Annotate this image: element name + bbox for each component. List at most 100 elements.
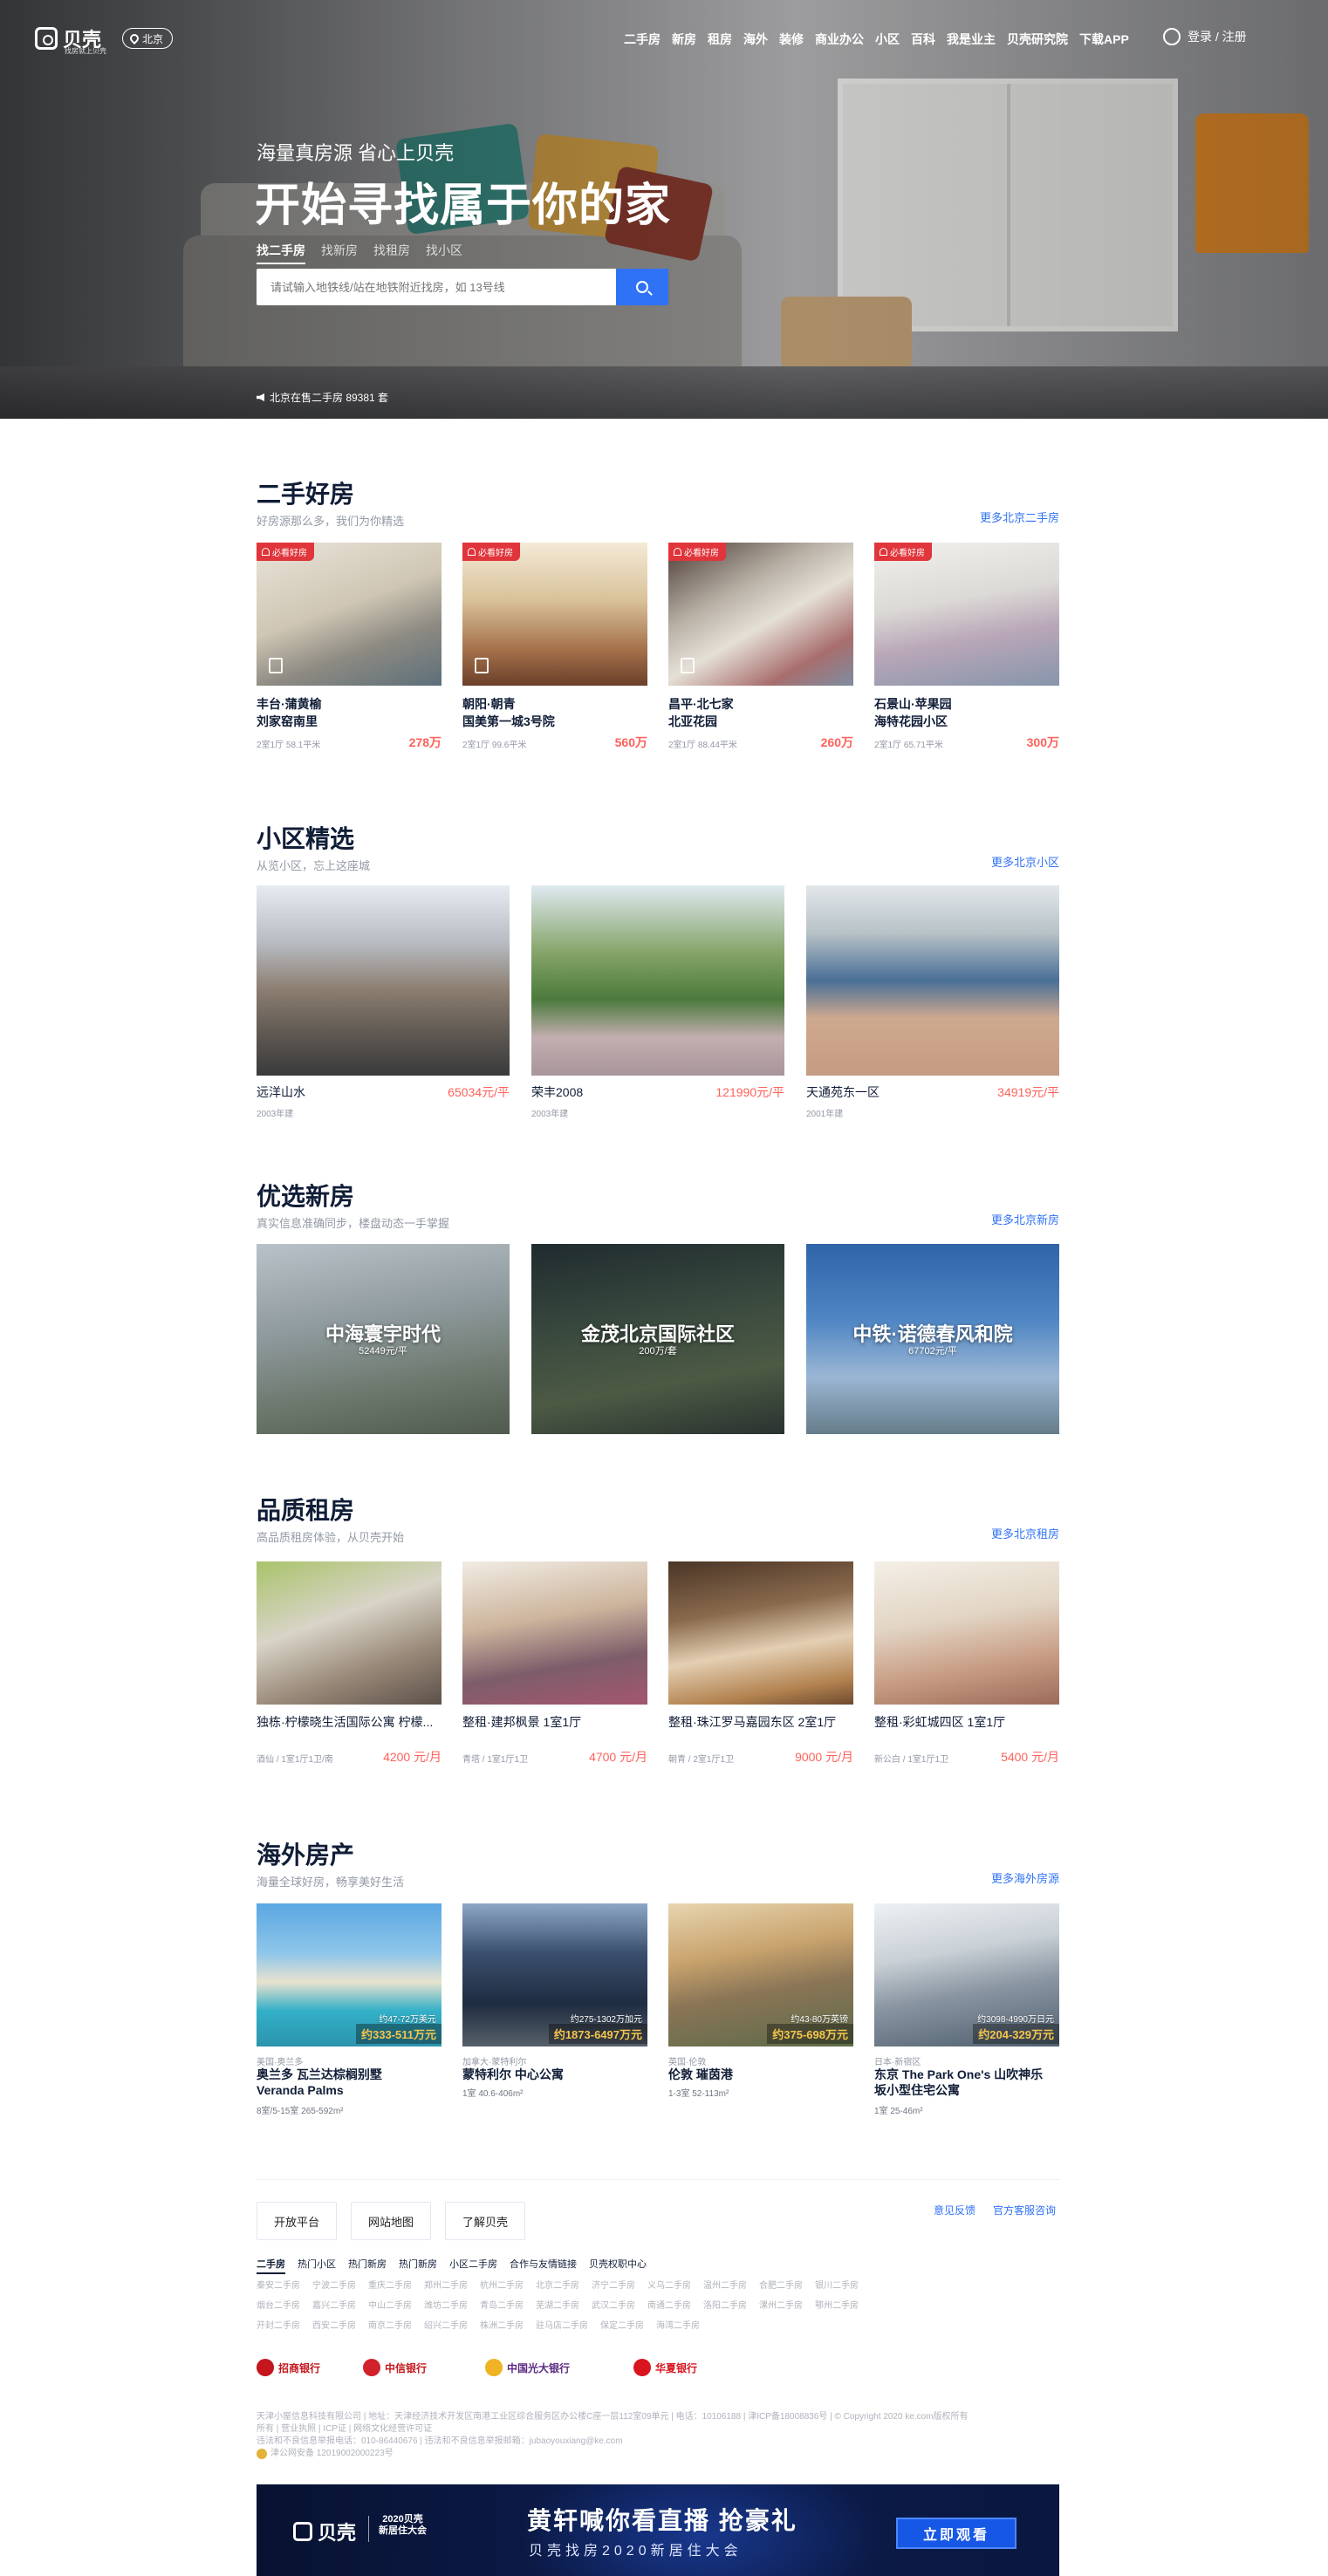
rental-title[interactable]: 整租·珠江罗马嘉园东区 2室1厅 <box>668 1713 853 1731</box>
search-input[interactable] <box>257 269 616 305</box>
nav-wiki[interactable]: 百科 <box>911 31 935 48</box>
footer-tab[interactable]: 热门新房 <box>348 2257 387 2274</box>
footer-tab[interactable]: 二手房 <box>257 2257 285 2274</box>
footer-tab[interactable]: 合作与友情链接 <box>510 2257 577 2274</box>
city-link[interactable]: 鄂州二手房 <box>815 2298 859 2311</box>
tab-rent[interactable]: 找租房 <box>373 242 410 264</box>
rental-photo[interactable] <box>668 1561 853 1705</box>
city-link[interactable]: 株洲二手房 <box>480 2318 524 2331</box>
rental-title[interactable]: 整租·建邦枫景 1室1厅 <box>462 1713 647 1731</box>
nav-decoration[interactable]: 装修 <box>779 31 804 48</box>
listing-photo[interactable]: 必看好房 <box>462 543 647 686</box>
overseas-title[interactable]: 伦敦 璀茵港 <box>668 2067 853 2082</box>
nav-new-home[interactable]: 新房 <box>672 31 696 48</box>
login-register[interactable]: 登录 / 注册 <box>1163 28 1247 45</box>
city-link[interactable]: 南京二手房 <box>368 2318 412 2331</box>
nav-overseas[interactable]: 海外 <box>743 31 768 48</box>
new-home-photo[interactable]: 中海寰宇时代 52449元/平 <box>257 1244 510 1434</box>
overseas-photo[interactable]: 约3098-4990万日元 约204-329万元 <box>874 1903 1059 2046</box>
footer-tab[interactable]: 贝壳权职中心 <box>589 2257 647 2274</box>
city-link[interactable]: 银川二手房 <box>815 2278 859 2291</box>
community-name[interactable]: 荣丰2008 <box>531 1083 583 1101</box>
city-link[interactable]: 保定二手房 <box>600 2318 644 2331</box>
feedback-link[interactable]: 意见反馈 <box>934 2203 975 2217</box>
city-link[interactable]: 西安二手房 <box>312 2318 356 2331</box>
nav-research[interactable]: 贝壳研究院 <box>1007 31 1068 48</box>
nav-second-hand[interactable]: 二手房 <box>624 31 661 48</box>
city-link[interactable]: 中山二手房 <box>368 2298 412 2311</box>
listing-photo[interactable]: 必看好房 <box>257 543 442 686</box>
city-link[interactable]: 杭州二手房 <box>480 2278 524 2291</box>
more-rental-link[interactable]: 更多北京租房 <box>991 1525 1059 1541</box>
rental-photo[interactable] <box>462 1561 647 1705</box>
promo-banner[interactable]: 贝壳 2020贝壳 新居住大会 黄轩喊你看直播 抢豪礼 贝壳找房2020新居住大会… <box>257 2484 1059 2576</box>
overseas-photo[interactable]: 约47-72万美元 约333-511万元 <box>257 1903 442 2046</box>
tab-new-home[interactable]: 找新房 <box>321 242 358 264</box>
nav-download-app[interactable]: 下载APP <box>1079 31 1129 48</box>
city-link[interactable]: 驻马店二手房 <box>536 2318 588 2331</box>
site-logo[interactable]: 贝壳 找房就上贝壳 <box>35 24 106 55</box>
city-link[interactable]: 南通二手房 <box>647 2298 691 2311</box>
overseas-photo[interactable]: 约43-80万英镑 约375-698万元 <box>668 1903 853 2046</box>
more-overseas-link[interactable]: 更多海外房源 <box>991 1869 1059 1886</box>
city-link[interactable]: 济宁二手房 <box>592 2278 635 2291</box>
city-link[interactable]: 嘉兴二手房 <box>312 2298 356 2311</box>
nav-owner[interactable]: 我是业主 <box>947 31 996 48</box>
city-link[interactable]: 烟台二手房 <box>257 2298 300 2311</box>
city-link[interactable]: 郑州二手房 <box>424 2278 468 2291</box>
more-second-hand-link[interactable]: 更多北京二手房 <box>980 509 1059 525</box>
city-link[interactable]: 秦安二手房 <box>257 2278 300 2291</box>
footer-tab[interactable]: 热门小区 <box>298 2257 336 2274</box>
open-platform-button[interactable]: 开放平台 <box>257 2202 337 2240</box>
city-link[interactable]: 开封二手房 <box>257 2318 300 2331</box>
footer-tab[interactable]: 小区二手房 <box>449 2257 497 2274</box>
community-photo[interactable] <box>531 885 784 1076</box>
overseas-title[interactable]: 奥兰多 瓦兰达棕榈别墅 Veranda Palms <box>257 2067 442 2098</box>
community-name[interactable]: 天通苑东一区 <box>806 1083 880 1101</box>
city-link[interactable]: 青岛二手房 <box>480 2298 524 2311</box>
city-link[interactable]: 合肥二手房 <box>759 2278 803 2291</box>
rental-photo[interactable] <box>257 1561 442 1705</box>
community-photo[interactable] <box>806 885 1059 1076</box>
city-link[interactable]: 宁波二手房 <box>312 2278 356 2291</box>
listing-title[interactable]: 石景山·苹果园 海特花园小区 <box>874 695 1059 730</box>
listing-title[interactable]: 丰台·蒲黄榆 刘家窑南里 <box>257 695 442 730</box>
city-link[interactable]: 武汉二手房 <box>592 2298 635 2311</box>
listing-title[interactable]: 朝阳·朝青 国美第一城3号院 <box>462 695 647 730</box>
overseas-photo[interactable]: 约275-1302万加元 约1873-6497万元 <box>462 1903 647 2046</box>
city-link[interactable]: 潍坊二手房 <box>424 2298 468 2311</box>
more-new-home-link[interactable]: 更多北京新房 <box>991 1211 1059 1227</box>
rental-title[interactable]: 整租·彩虹城四区 1室1厅 <box>874 1713 1059 1731</box>
customer-service-link[interactable]: 官方客服咨询 <box>993 2203 1056 2217</box>
listing-title[interactable]: 昌平·北七家 北亚花园 <box>668 695 853 730</box>
nav-commercial[interactable]: 商业办公 <box>815 31 864 48</box>
city-link[interactable]: 洛阳二手房 <box>703 2298 747 2311</box>
new-home-photo[interactable]: 金茂北京国际社区 200万/套 <box>531 1244 784 1434</box>
city-link[interactable]: 义乌二手房 <box>647 2278 691 2291</box>
new-home-photo[interactable]: 中铁·诺德春风和院 67702元/平 <box>806 1244 1059 1434</box>
city-link[interactable]: 海湾二手房 <box>656 2318 700 2331</box>
overseas-title[interactable]: 东京 The Park One's 山吹神乐 坂小型住宅公寓 <box>874 2067 1059 2098</box>
rental-photo[interactable] <box>874 1561 1059 1705</box>
overseas-title[interactable]: 蒙特利尔 中心公寓 <box>462 2067 647 2082</box>
about-button[interactable]: 了解贝壳 <box>445 2202 525 2240</box>
rental-title[interactable]: 独栋·柠檬晓生活国际公寓 柠檬... <box>257 1713 442 1731</box>
listing-photo[interactable]: 必看好房 <box>874 543 1059 686</box>
site-map-button[interactable]: 网站地图 <box>351 2202 431 2240</box>
nav-rent[interactable]: 租房 <box>708 31 732 48</box>
more-community-link[interactable]: 更多北京小区 <box>991 853 1059 870</box>
city-link[interactable]: 芜湖二手房 <box>536 2298 579 2311</box>
city-link[interactable]: 漯州二手房 <box>759 2298 803 2311</box>
tab-community[interactable]: 找小区 <box>426 242 462 264</box>
community-photo[interactable] <box>257 885 510 1076</box>
watch-now-button[interactable]: 立即观看 <box>896 2518 1017 2549</box>
community-name[interactable]: 远洋山水 <box>257 1083 305 1101</box>
city-link[interactable]: 重庆二手房 <box>368 2278 412 2291</box>
city-selector[interactable]: 北京 <box>122 28 174 49</box>
search-button[interactable] <box>616 269 668 305</box>
tab-second-hand[interactable]: 找二手房 <box>257 242 305 264</box>
nav-community[interactable]: 小区 <box>875 31 900 48</box>
footer-tab[interactable]: 热门新房 <box>399 2257 437 2274</box>
city-link[interactable]: 温州二手房 <box>703 2278 747 2291</box>
city-link[interactable]: 北京二手房 <box>536 2278 579 2291</box>
